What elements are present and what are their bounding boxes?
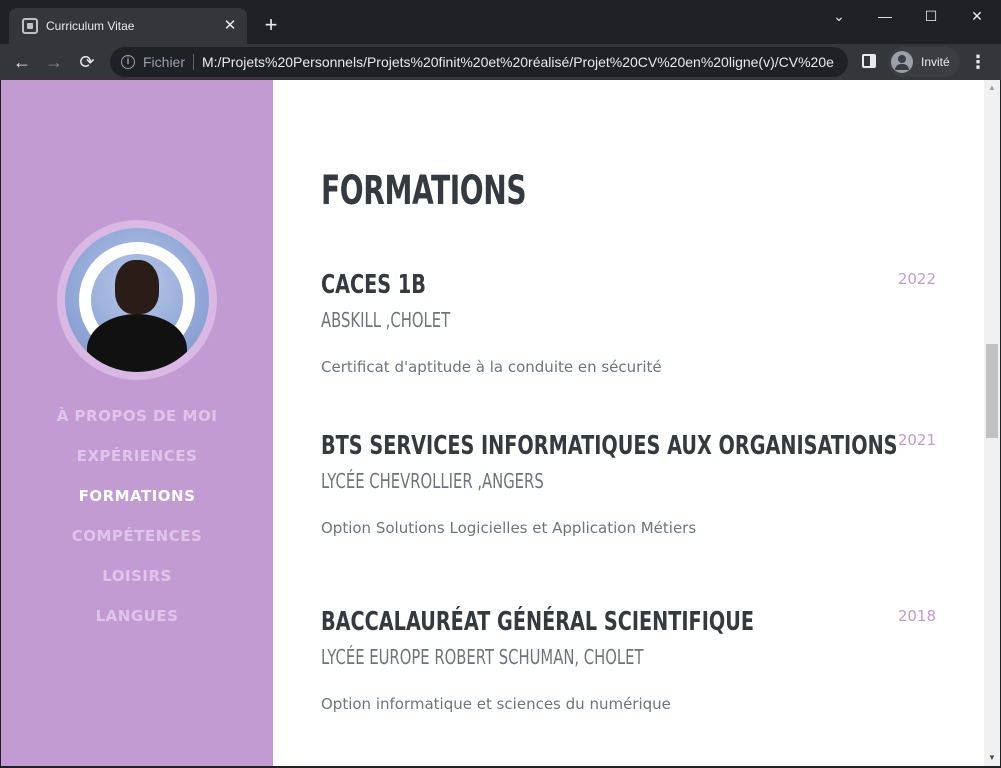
photo-person-head <box>115 260 159 314</box>
entry-subtitle: ABSKILL ,CHOLET <box>321 308 451 332</box>
tab-title: Curriculum Vitae <box>46 19 135 33</box>
entry-title: CACES 1B <box>321 270 426 300</box>
entry-description: Option Solutions Logicielles et Applicat… <box>321 519 697 537</box>
vertical-scrollbar[interactable]: ▲ ▼ <box>984 80 1000 766</box>
entry-description: Certificat d'aptitude à la conduite en s… <box>321 358 662 376</box>
back-arrow-icon[interactable]: ← <box>8 48 36 76</box>
tab-search-chevron-icon[interactable]: ⌄ <box>824 4 854 28</box>
address-separator <box>193 54 194 70</box>
scroll-down-arrow-icon[interactable]: ▼ <box>984 750 1000 766</box>
window-close-button[interactable]: ✕ <box>962 4 992 28</box>
url-text[interactable]: M:/Projets%20Personnels/Projets%20finit%… <box>202 54 834 70</box>
new-tab-button[interactable]: + <box>259 13 283 37</box>
section-title: FORMATIONS <box>321 168 527 214</box>
info-icon[interactable]: i <box>121 55 135 69</box>
entry-title: BTS SERVICES INFORMATIQUES AUX ORGANISAT… <box>321 431 898 461</box>
profile-photo-frame <box>57 220 217 380</box>
entry-year: 2018 <box>897 607 936 625</box>
profile-label: Invité <box>921 55 950 69</box>
browser-toolbar: ← → ⟳ i Fichier M:/Projets%20Personnels/… <box>0 44 1001 80</box>
entry-subtitle: LYCÉE EUROPE ROBERT SCHUMAN, CHOLET <box>321 645 644 669</box>
sidebar-nav: À PROPOS DE MOI EXPÉRIENCES FORMATIONS C… <box>1 406 273 646</box>
nav-item-formations[interactable]: FORMATIONS <box>1 486 273 526</box>
forward-arrow-icon[interactable]: → <box>40 48 68 76</box>
address-bar[interactable]: i Fichier M:/Projets%20Personnels/Projet… <box>110 47 848 77</box>
nav-item-langues[interactable]: LANGUES <box>1 606 273 646</box>
sidebar: À PROPOS DE MOI EXPÉRIENCES FORMATIONS C… <box>1 80 273 766</box>
entry-description: Option informatique et sciences du numér… <box>321 695 671 713</box>
nav-item-a-propos[interactable]: À PROPOS DE MOI <box>1 406 273 446</box>
page-favicon-icon <box>22 18 38 34</box>
scroll-up-arrow-icon[interactable]: ▲ <box>984 80 1000 96</box>
kebab-menu-icon[interactable]: ⋮ <box>968 48 988 76</box>
reload-icon[interactable]: ⟳ <box>73 48 101 76</box>
entry-year: 2021 <box>897 431 936 449</box>
address-prefix: Fichier <box>143 54 186 70</box>
nav-item-loisirs[interactable]: LOISIRS <box>1 566 273 606</box>
profile-button[interactable]: Invité <box>888 47 960 77</box>
browser-chrome: Curriculum Vitae ✕ + ⌄ — ☐ ✕ ← → ⟳ i Fic… <box>0 0 1001 80</box>
scrollbar-thumb[interactable] <box>986 344 998 438</box>
entry-year: 2022 <box>897 270 936 288</box>
profile-photo <box>65 228 209 372</box>
nav-item-competences[interactable]: COMPÉTENCES <box>1 526 273 566</box>
tab-close-icon[interactable]: ✕ <box>221 17 239 35</box>
maximize-button[interactable]: ☐ <box>916 4 946 28</box>
minimize-button[interactable]: — <box>870 4 900 28</box>
profile-avatar-icon <box>891 51 913 73</box>
page-viewport: À PROPOS DE MOI EXPÉRIENCES FORMATIONS C… <box>1 80 1000 766</box>
tab-curriculum-vitae[interactable]: Curriculum Vitae ✕ <box>9 8 247 44</box>
tab-strip: Curriculum Vitae ✕ + ⌄ — ☐ ✕ <box>0 0 1001 44</box>
entry-title: BACCALAURÉAT GÉNÉRAL SCIENTIFIQUE <box>321 607 754 637</box>
entry-subtitle: LYCÉE CHEVROLLIER ,ANGERS <box>321 469 544 493</box>
side-panel-icon[interactable] <box>862 54 876 68</box>
nav-item-experiences[interactable]: EXPÉRIENCES <box>1 446 273 486</box>
main-content: FORMATIONS CACES 1B ABSKILL ,CHOLET Cert… <box>321 80 936 766</box>
